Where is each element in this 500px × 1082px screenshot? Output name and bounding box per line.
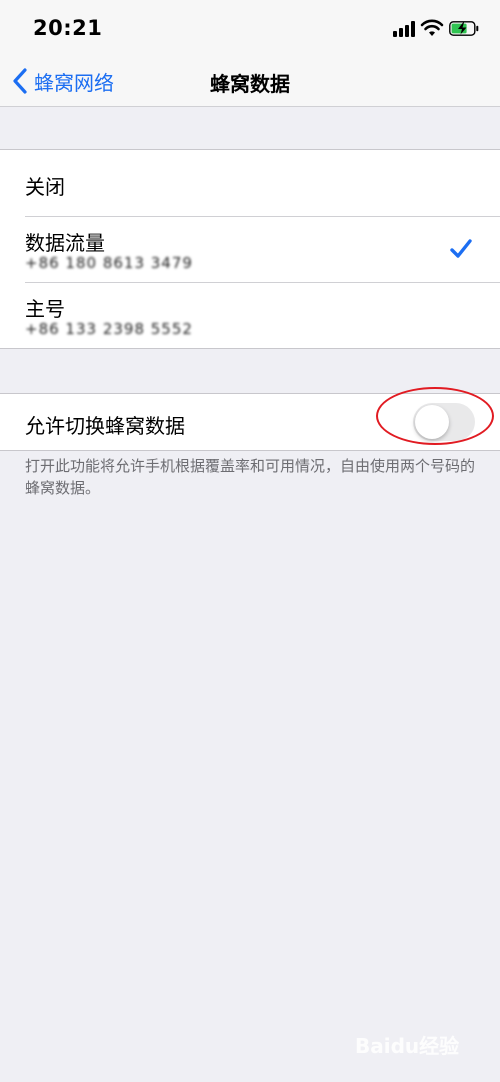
option-off-label: 关闭 bbox=[25, 175, 65, 199]
status-bar: 20:21 bbox=[0, 0, 500, 58]
option-primary-number-value: +86 133 2398 5552 bbox=[25, 320, 193, 338]
option-data-traffic-number: +86 180 8613 3479 bbox=[25, 254, 193, 272]
allow-switching-label: 允许切换蜂窝数据 bbox=[25, 414, 185, 438]
option-data-traffic[interactable]: 数据流量 +86 180 8613 3479 bbox=[0, 216, 500, 282]
battery-charging-icon bbox=[449, 21, 479, 36]
checkmark-icon bbox=[450, 239, 472, 258]
option-primary-number[interactable]: 主号 +86 133 2398 5552 bbox=[0, 282, 500, 348]
allow-switching-row: 允许切换蜂窝数据 bbox=[0, 394, 500, 450]
allow-switching-toggle[interactable] bbox=[413, 403, 475, 441]
navigation-bar: 蜂窝网络 蜂窝数据 bbox=[0, 58, 500, 107]
watermark-logo: Baidu经验 bbox=[355, 1034, 460, 1058]
switching-description: 打开此功能将允许手机根据覆盖率和可用情况，自由使用两个号码的蜂窝数据。 bbox=[25, 457, 476, 497]
switching-group: 允许切换蜂窝数据 bbox=[0, 393, 500, 451]
status-time: 20:21 bbox=[33, 16, 103, 40]
wifi-icon bbox=[420, 19, 444, 36]
option-data-traffic-label: 数据流量 bbox=[25, 231, 105, 255]
option-primary-number-label: 主号 bbox=[25, 297, 65, 321]
data-line-options: 关闭 数据流量 +86 180 8613 3479 主号 +86 133 239… bbox=[0, 149, 500, 349]
option-off[interactable]: 关闭 bbox=[0, 150, 500, 216]
page-title: 蜂窝数据 bbox=[210, 72, 290, 96]
signal-icon bbox=[393, 21, 415, 37]
toggle-knob bbox=[415, 405, 449, 439]
